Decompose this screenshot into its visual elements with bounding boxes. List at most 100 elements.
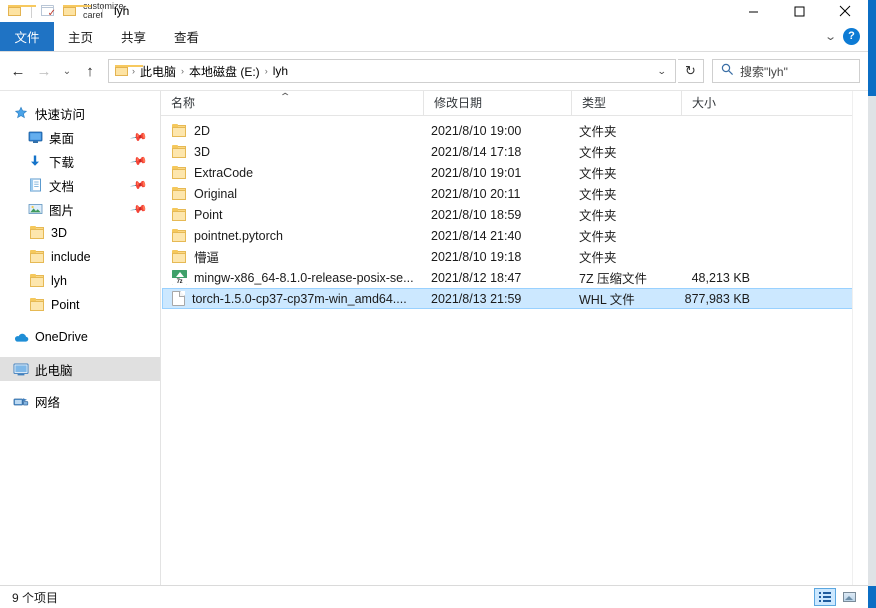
tab-view[interactable]: 查看 (160, 22, 213, 51)
expand-ribbon-icon[interactable]: ⌄ (824, 30, 837, 43)
sidebar-item-lyh[interactable]: lyh (0, 269, 160, 293)
details-view-icon (819, 592, 831, 602)
file-list-pane: 名称 ⌃ 修改日期 类型 大小 2D 2021/8/10 19:00 文件夹 3… (161, 91, 868, 585)
close-button[interactable] (822, 0, 868, 22)
pin-icon[interactable]: 📌 (130, 200, 149, 219)
details-view-button[interactable] (814, 588, 836, 606)
table-row[interactable]: pointnet.pytorch 2021/8/14 21:40 文件夹 (162, 225, 864, 246)
new-folder-icon[interactable] (61, 2, 91, 20)
table-row[interactable]: 2D 2021/8/10 19:00 文件夹 (162, 120, 864, 141)
large-icons-view-icon (842, 592, 856, 602)
file-name-label: mingw-x86_64-8.1.0-release-posix-se... (194, 270, 414, 285)
help-icon[interactable]: ? (843, 28, 860, 45)
breadcrumb[interactable]: › 此电脑 › 本地磁盘 (E:) › lyh ⌄ (108, 59, 676, 83)
file-size-cell: 877,983 KB (684, 291, 750, 306)
sidebar-item-point[interactable]: Point (0, 293, 160, 317)
file-name-label: 懵逼 (194, 251, 220, 265)
file-name-cell: Original (163, 186, 422, 201)
sidebar-item-quick-access[interactable]: 快速访问 (0, 101, 160, 125)
file-name-label: pointnet.pytorch (194, 228, 283, 243)
column-header-name-label: 名称 (171, 96, 196, 110)
sidebar-item-documents[interactable]: 文档 📌 (0, 173, 160, 197)
minimize-button[interactable] (730, 0, 776, 22)
star-icon (12, 104, 30, 122)
column-header-name[interactable]: 名称 ⌃ (161, 91, 423, 115)
vertical-scrollbar[interactable] (852, 91, 868, 585)
recent-locations-icon[interactable]: ⌄ (58, 58, 76, 84)
table-row[interactable]: ExtraCode 2021/8/10 19:01 文件夹 (162, 162, 864, 183)
breadcrumb-local-disk-e[interactable]: 本地磁盘 (E:) (185, 63, 264, 80)
quick-access-toolbar: ✓ customize-caret lyh (0, 0, 129, 22)
sidebar-item-desktop[interactable]: 桌面 📌 (0, 125, 160, 149)
sidebar-item-3d[interactable]: 3D (0, 221, 160, 245)
refresh-button[interactable]: ↻ (678, 59, 704, 83)
sidebar-item-this-pc[interactable]: 此电脑 (0, 357, 160, 381)
column-header-size[interactable]: 大小 (681, 91, 765, 115)
pin-icon[interactable]: 📌 (130, 152, 149, 171)
breadcrumb-items: › 此电脑 › 本地磁盘 (E:) › lyh (115, 63, 653, 80)
file-type-cell: 7Z 压缩文件 (579, 272, 648, 286)
file-name-cell: torch-1.5.0-cp37-cp37m-win_amd64.... (163, 291, 422, 306)
table-row[interactable]: torch-1.5.0-cp37-cp37m-win_amd64.... 202… (162, 288, 864, 309)
up-button[interactable]: ↑ (78, 58, 102, 84)
file-type-cell: 文件夹 (579, 188, 617, 202)
file-icon (172, 291, 185, 306)
table-row[interactable]: 懵逼 2021/8/10 19:18 文件夹 (162, 246, 864, 267)
file-date-cell: 2021/8/14 17:18 (431, 144, 522, 159)
folder-icon (28, 248, 46, 266)
sidebar-label-pictures: 图片 (49, 203, 75, 218)
tab-home[interactable]: 主页 (54, 22, 107, 51)
computer-icon (12, 360, 30, 378)
maximize-button[interactable] (776, 0, 822, 22)
large-icons-view-button[interactable] (838, 588, 860, 606)
sidebar-label-downloads: 下载 (49, 155, 75, 170)
sidebar-item-pictures[interactable]: 图片 📌 (0, 197, 160, 221)
folder-icon[interactable] (6, 2, 36, 20)
file-name-label: 2D (194, 123, 210, 138)
table-row[interactable]: Original 2021/8/10 20:11 文件夹 (162, 183, 864, 204)
folder-icon (172, 228, 187, 243)
address-dropdown-icon[interactable]: ⌄ (651, 66, 674, 77)
forward-button: → (36, 62, 52, 80)
folder-icon (172, 207, 187, 222)
table-row[interactable]: 3D 2021/8/14 17:18 文件夹 (162, 141, 864, 162)
sidebar-item-network[interactable]: 网络 (0, 389, 160, 413)
tab-share[interactable]: 共享 (107, 22, 160, 51)
properties-icon[interactable]: ✓ (39, 2, 57, 20)
view-mode-buttons (814, 588, 864, 606)
folder-icon (172, 165, 187, 180)
table-row[interactable]: Point 2021/8/10 18:59 文件夹 (162, 204, 864, 225)
sidebar-item-downloads[interactable]: 下载 📌 (0, 149, 160, 173)
tab-file[interactable]: 文件 (0, 22, 54, 51)
file-name-label: 3D (194, 144, 210, 159)
sidebar-label-this-pc: 此电脑 (35, 363, 73, 378)
address-bar: ← → ⌄ ↑ › 此电脑 › 本地磁盘 (E:) › lyh ⌄ ↻ 搜索"l… (0, 52, 868, 90)
pin-icon[interactable]: 📌 (130, 176, 149, 195)
folder-icon (172, 186, 187, 201)
file-name-label: Point (194, 207, 223, 222)
sidebar-label-network: 网络 (35, 395, 61, 410)
file-name-cell: 懵逼 (163, 247, 422, 266)
search-input[interactable]: 搜索"lyh" (712, 59, 860, 83)
column-header-date[interactable]: 修改日期 (423, 91, 571, 115)
document-icon (26, 176, 44, 194)
sidebar-item-include[interactable]: include (0, 245, 160, 269)
breadcrumb-lyh[interactable]: lyh (269, 64, 292, 78)
file-date-cell: 2021/8/14 21:40 (431, 228, 522, 243)
file-name-label: ExtraCode (194, 165, 254, 180)
sidebar-item-onedrive[interactable]: OneDrive (0, 325, 160, 349)
sidebar-label-3d: 3D (51, 226, 67, 240)
ribbon-right-controls: ⌄ ? (824, 22, 868, 51)
file-type-cell: 文件夹 (579, 251, 617, 265)
column-header-type[interactable]: 类型 (571, 91, 681, 115)
back-button[interactable]: ← (6, 58, 30, 84)
sidebar-label-documents: 文档 (49, 179, 75, 194)
network-icon (12, 392, 30, 410)
desktop-background-bottom (868, 586, 876, 608)
sidebar-label-lyh: lyh (51, 274, 67, 288)
pin-icon[interactable]: 📌 (130, 128, 149, 147)
table-row[interactable]: 7z mingw-x86_64-8.1.0-release-posix-se..… (162, 267, 864, 288)
file-name-label: torch-1.5.0-cp37-cp37m-win_amd64.... (192, 291, 407, 306)
ribbon-tabs: 文件 主页 共享 查看 ⌄ ? (0, 22, 868, 52)
